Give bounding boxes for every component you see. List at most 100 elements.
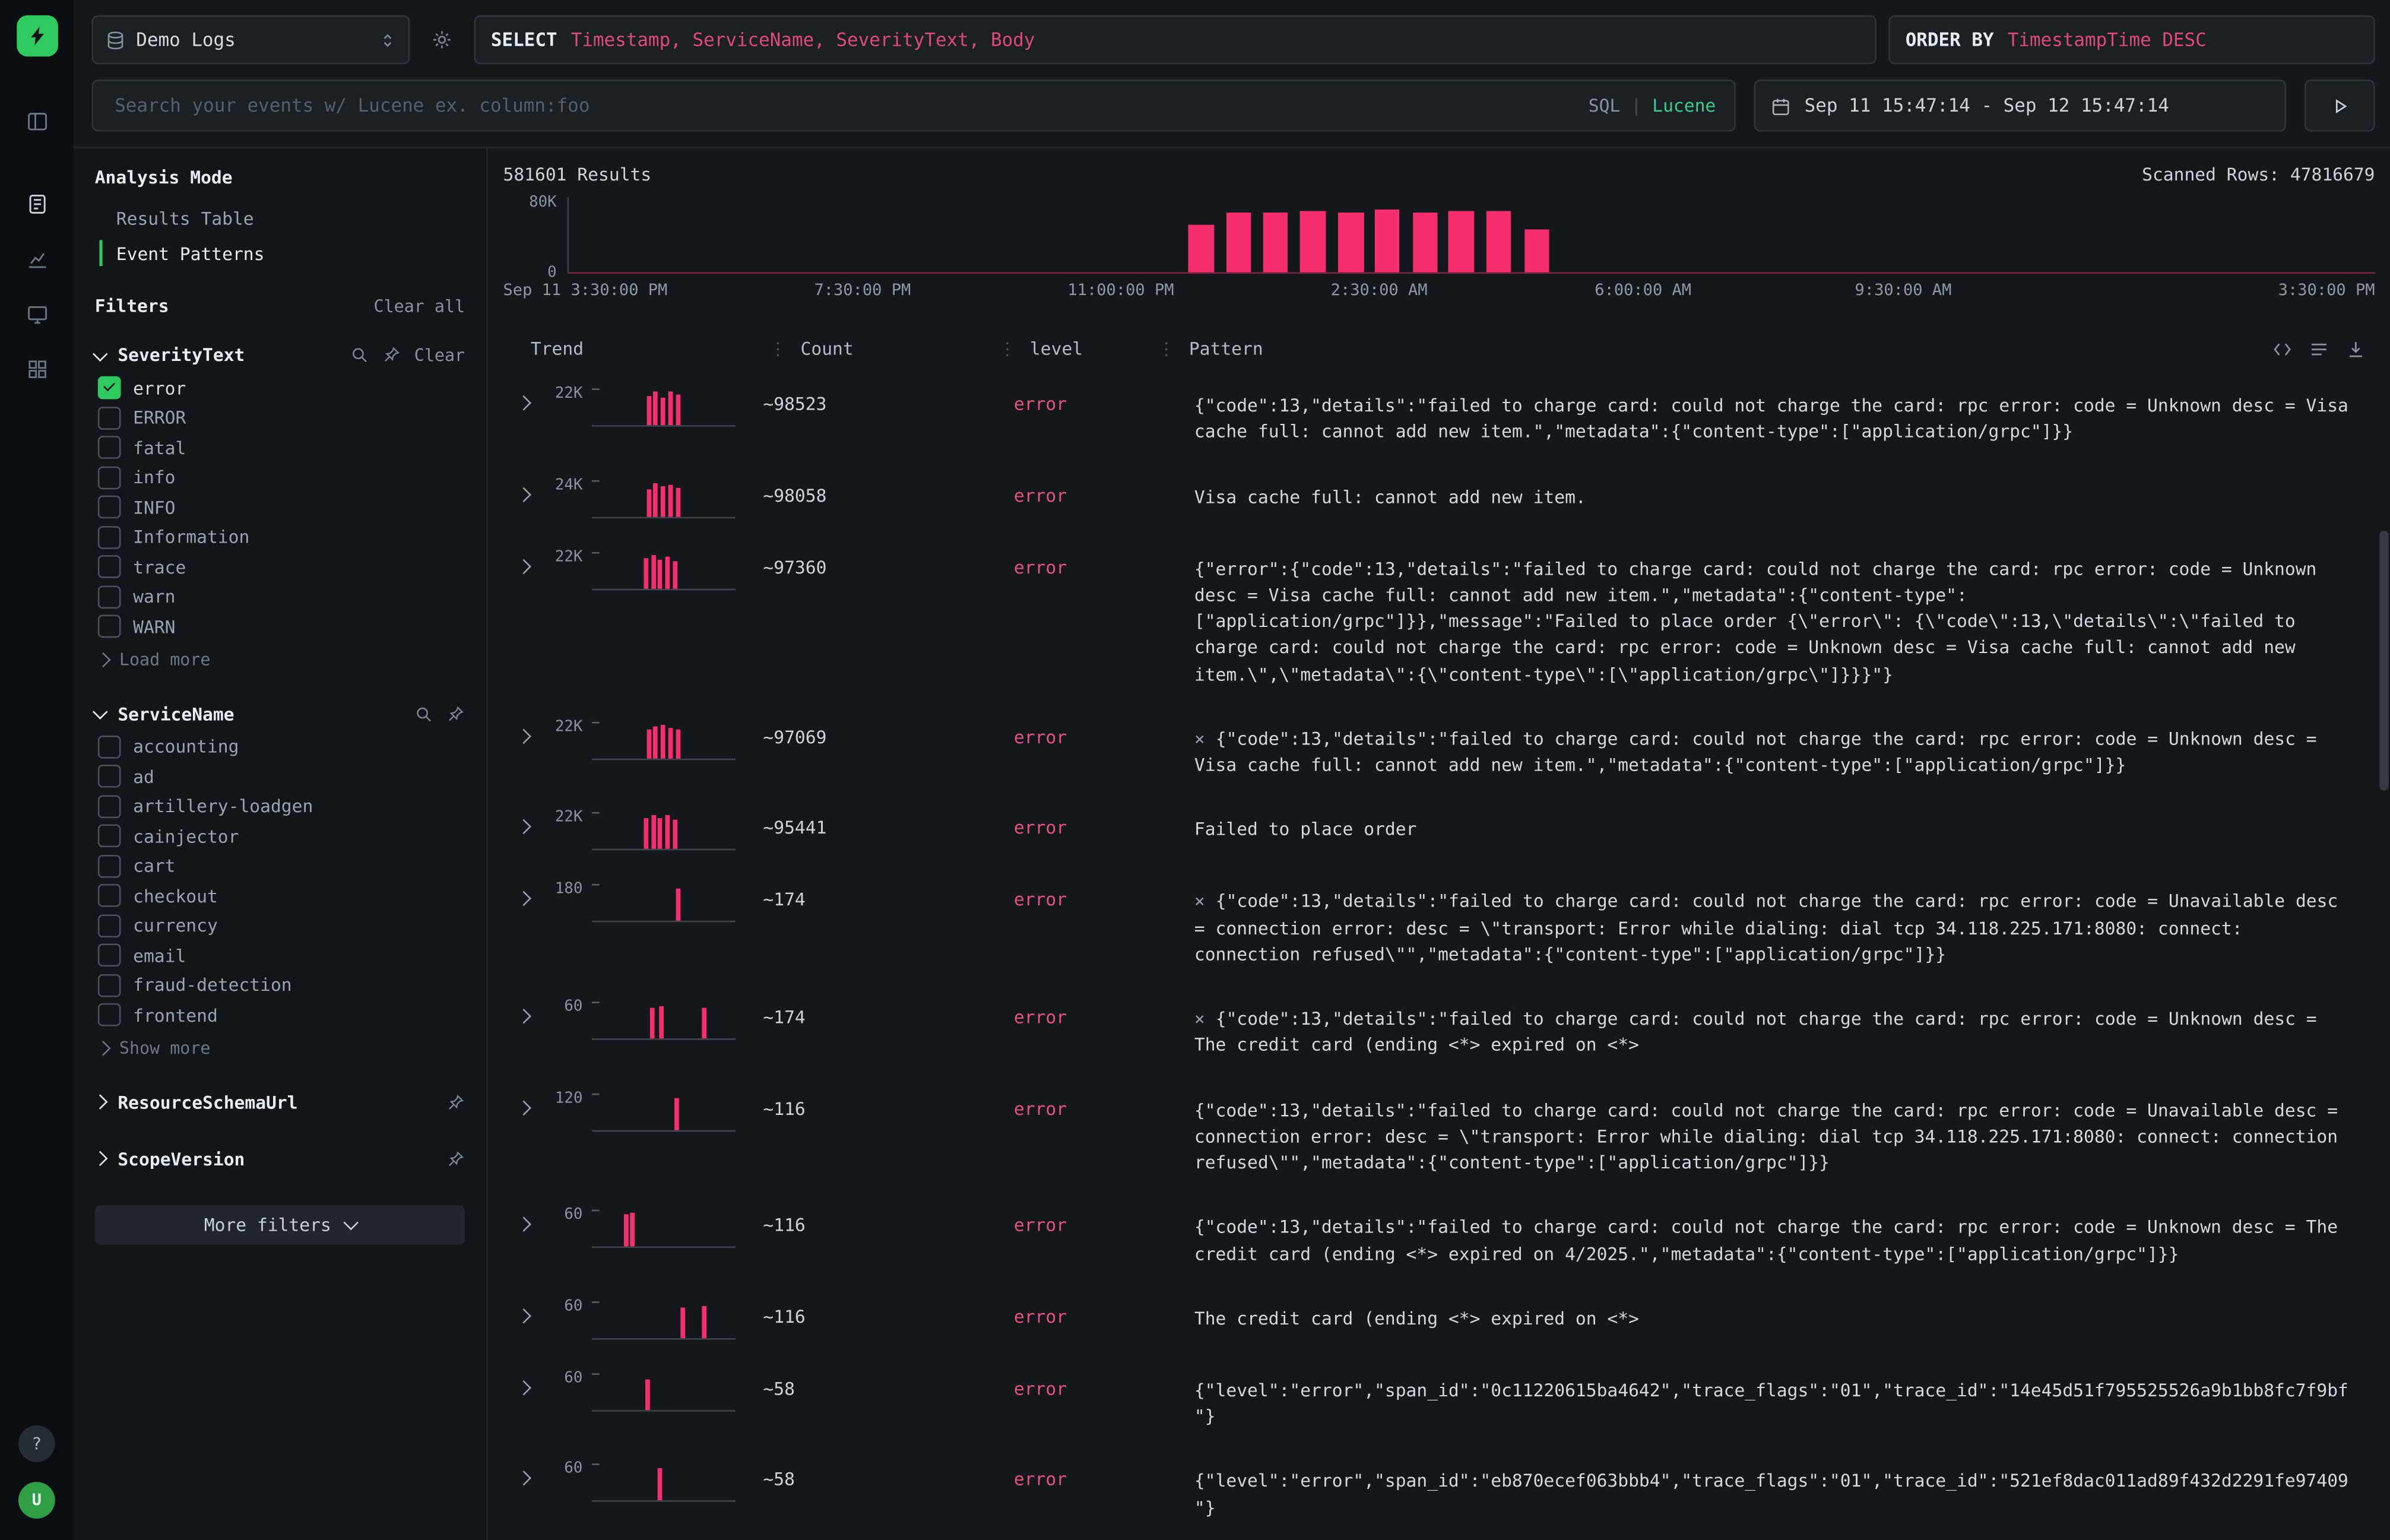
histogram-bar[interactable]	[1188, 226, 1214, 272]
filter-option-WARN[interactable]: WARN	[95, 611, 465, 641]
show-more-button[interactable]: Show more	[95, 1033, 465, 1064]
filter-option-warn[interactable]: warn	[95, 582, 465, 611]
row-expand-icon[interactable]	[503, 480, 543, 499]
table-row[interactable]: 180~174error×{"code":13,"details":"faile…	[503, 864, 2375, 982]
row-expand-icon[interactable]	[503, 1301, 543, 1321]
mode-sql[interactable]: SQL	[1589, 95, 1621, 116]
filter-group-resourceschemaurl[interactable]: ResourceSchemaUrl	[95, 1083, 465, 1120]
row-expand-icon[interactable]	[503, 1373, 543, 1393]
filter-option-frontend[interactable]: frontend	[95, 1000, 465, 1030]
exclude-icon[interactable]: ×	[1194, 891, 1205, 912]
filter-group-header[interactable]: ServiceName	[95, 695, 465, 732]
gear-icon[interactable]	[422, 17, 462, 62]
filter-group-scopeversion[interactable]: ScopeVersion	[95, 1140, 465, 1177]
orderby-input[interactable]: ORDER BYTimestampTime DESC	[1888, 15, 2375, 64]
column-header-level[interactable]: ⋮level	[999, 338, 1158, 359]
row-expand-icon[interactable]	[503, 1002, 543, 1021]
filter-option-email[interactable]: email	[95, 940, 465, 970]
filter-option-currency[interactable]: currency	[95, 911, 465, 940]
table-row[interactable]: 22K~97069error×{"code":13,"details":"fai…	[503, 702, 2375, 793]
checkbox[interactable]	[98, 585, 121, 609]
checkbox[interactable]	[98, 914, 121, 937]
logs-nav-icon[interactable]	[15, 182, 58, 225]
checkbox[interactable]	[98, 615, 121, 638]
table-row[interactable]: 60~58error{"level":"error","span_id":"6b…	[503, 1535, 2375, 1540]
filter-option-artillery-loadgen[interactable]: artillery-loadgen	[95, 791, 465, 821]
analysis-mode-results-table[interactable]: Results Table	[95, 200, 465, 235]
checkbox[interactable]	[98, 795, 121, 818]
pin-icon[interactable]	[446, 704, 465, 723]
user-avatar[interactable]: U	[18, 1482, 55, 1519]
row-expand-icon[interactable]	[503, 721, 543, 741]
checkbox[interactable]	[98, 1004, 121, 1027]
table-row[interactable]: 120~116error{"code":13,"details":"failed…	[503, 1073, 2375, 1190]
clear-all-button[interactable]: Clear all	[374, 296, 465, 315]
filter-option-INFO[interactable]: INFO	[95, 492, 465, 522]
filter-option-trace[interactable]: trace	[95, 552, 465, 582]
histogram-bar[interactable]	[1412, 213, 1438, 272]
table-row[interactable]: 60~116error{"code":13,"details":"failed …	[503, 1190, 2375, 1281]
histogram-bar[interactable]	[1226, 213, 1252, 272]
filter-option-cainjector[interactable]: cainjector	[95, 821, 465, 851]
row-expand-icon[interactable]	[503, 552, 543, 571]
row-expand-icon[interactable]	[503, 813, 543, 832]
row-expand-icon[interactable]	[503, 388, 543, 408]
scrollbar[interactable]	[2379, 531, 2388, 1534]
filter-option-checkout[interactable]: checkout	[95, 881, 465, 911]
more-filters-button[interactable]: More filters	[95, 1205, 465, 1244]
checkbox[interactable]	[98, 466, 121, 489]
filter-option-Information[interactable]: Information	[95, 522, 465, 552]
table-row[interactable]: 22K~98523error{"code":13,"details":"fail…	[503, 369, 2375, 460]
column-header-pattern[interactable]: ⋮Pattern	[1158, 338, 2272, 359]
filter-option-fraud-detection[interactable]: fraud-detection	[95, 970, 465, 1000]
histogram-bar[interactable]	[1262, 213, 1288, 272]
column-header-trend[interactable]: Trend	[503, 338, 769, 359]
scrollbar-thumb[interactable]	[2379, 531, 2388, 791]
table-row[interactable]: 24K~98058errorVisa cache full: cannot ad…	[503, 460, 2375, 531]
run-query-button[interactable]	[2305, 80, 2375, 132]
monitor-nav-icon[interactable]	[15, 292, 58, 335]
sidebar-toggle-icon[interactable]	[15, 99, 58, 142]
time-range-picker[interactable]: Sep 11 15:47:14 - Sep 12 15:47:14	[1754, 80, 2286, 132]
row-expand-icon[interactable]	[503, 1210, 543, 1230]
histogram-bar[interactable]	[1300, 210, 1326, 272]
filter-option-error[interactable]: error	[95, 373, 465, 403]
checkbox[interactable]	[98, 765, 121, 788]
column-resize-handle[interactable]: ⋮	[1158, 338, 1175, 359]
filter-option-ERROR[interactable]: ERROR	[95, 403, 465, 433]
filter-option-ad[interactable]: ad	[95, 762, 465, 791]
analysis-mode-event-patterns[interactable]: Event Patterns	[95, 236, 465, 271]
histogram-bar[interactable]	[1374, 210, 1400, 272]
table-row[interactable]: 60~58error{"level":"error","span_id":"eb…	[503, 1444, 2375, 1535]
help-button[interactable]: ?	[18, 1425, 55, 1462]
source-selector[interactable]: Demo Logs	[92, 15, 410, 64]
row-density-icon[interactable]	[2309, 339, 2329, 359]
checkbox[interactable]	[98, 735, 121, 758]
checkbox[interactable]	[98, 436, 121, 460]
table-row[interactable]: 60~174error×{"code":13,"details":"failed…	[503, 982, 2375, 1073]
checkbox[interactable]	[98, 825, 121, 848]
row-expand-icon[interactable]	[503, 1093, 543, 1113]
load-more-button[interactable]: Load more	[95, 645, 465, 676]
histogram-bar[interactable]	[1338, 213, 1364, 272]
dashboard-nav-icon[interactable]	[15, 347, 58, 390]
pin-icon[interactable]	[382, 346, 401, 364]
filter-option-accounting[interactable]: accounting	[95, 732, 465, 762]
filter-group-header[interactable]: SeverityText Clear	[95, 337, 465, 373]
row-expand-icon[interactable]	[503, 1464, 543, 1484]
checkbox[interactable]	[98, 854, 121, 877]
column-header-count[interactable]: ⋮Count	[769, 338, 999, 359]
exclude-icon[interactable]: ×	[1194, 728, 1205, 749]
search-input[interactable]	[112, 93, 1573, 118]
checkbox[interactable]	[98, 556, 121, 579]
filter-clear-button[interactable]: Clear	[414, 345, 465, 365]
pin-icon[interactable]	[446, 1149, 465, 1168]
search-icon[interactable]	[414, 704, 433, 723]
app-logo[interactable]	[16, 15, 58, 57]
histogram-bar[interactable]	[1448, 210, 1474, 272]
checkbox[interactable]	[98, 376, 121, 400]
table-row[interactable]: 60~58error{"level":"error","span_id":"0c…	[503, 1353, 2375, 1444]
checkbox[interactable]	[98, 407, 121, 430]
select-query-input[interactable]: SELECTTimestamp, ServiceName, SeverityTe…	[474, 15, 1877, 64]
exclude-icon[interactable]: ×	[1194, 1008, 1205, 1029]
